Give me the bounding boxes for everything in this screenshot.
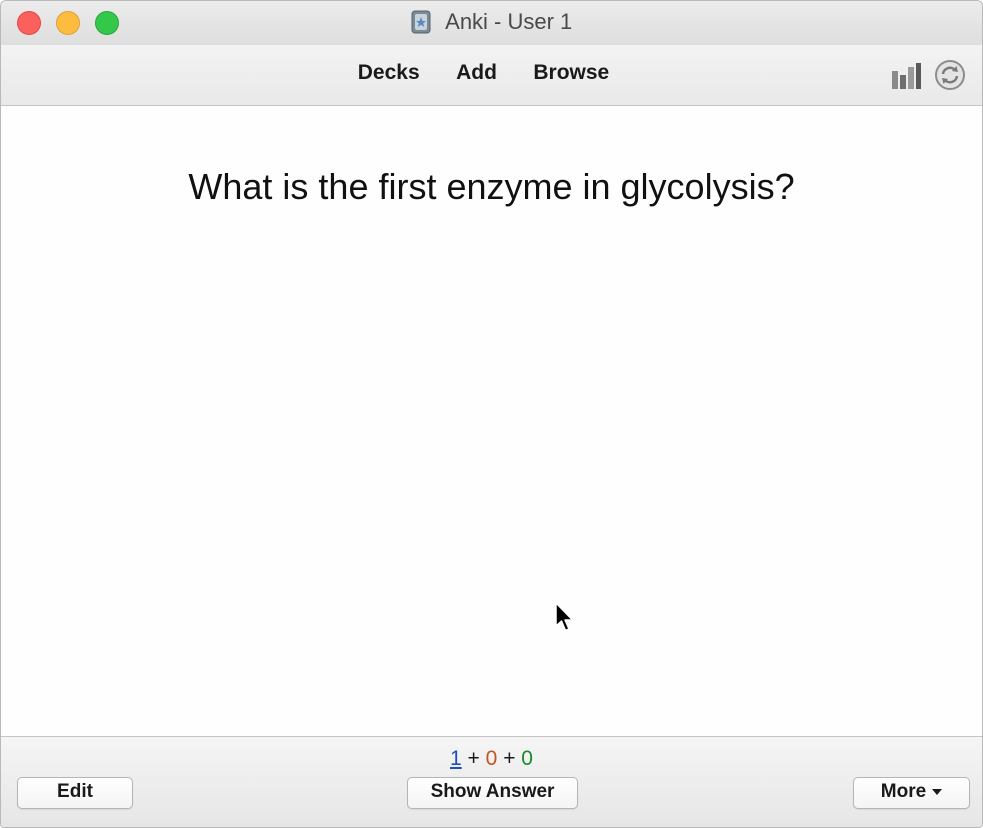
- window-title-group: Anki - User 1: [1, 9, 982, 37]
- stats-icon[interactable]: [890, 59, 922, 91]
- count-separator: +: [503, 747, 516, 770]
- new-count: 1: [450, 747, 462, 770]
- mouse-pointer-icon: [554, 602, 576, 634]
- title-bar[interactable]: Anki - User 1: [1, 1, 982, 45]
- card-view: What is the first enzyme in glycolysis?: [1, 106, 982, 738]
- more-button-label: More: [880, 781, 927, 802]
- count-separator: +: [467, 747, 480, 770]
- browse-link[interactable]: Browse: [533, 61, 609, 85]
- decks-link[interactable]: Decks: [358, 61, 420, 85]
- toolbar-icons: [890, 59, 966, 91]
- show-answer-button[interactable]: Show Answer: [407, 777, 578, 809]
- anki-window: Anki - User 1 Decks Add Browse What is t…: [0, 0, 983, 828]
- window-title: Anki - User 1: [445, 9, 573, 34]
- card-question: What is the first enzyme in glycolysis?: [188, 166, 795, 207]
- due-counts: 1 + 0 + 0: [1, 747, 982, 771]
- main-toolbar: Decks Add Browse: [1, 45, 982, 106]
- anki-app-icon: [411, 10, 431, 34]
- edit-button[interactable]: Edit: [17, 777, 133, 809]
- sync-icon[interactable]: [934, 59, 966, 91]
- add-link[interactable]: Add: [456, 61, 497, 85]
- toolbar-nav: Decks Add Browse: [1, 61, 982, 89]
- more-button[interactable]: More: [853, 777, 970, 809]
- learning-count: 0: [485, 747, 498, 770]
- bottom-bar: 1 + 0 + 0 Edit Show Answer More: [1, 736, 982, 827]
- review-count: 0: [521, 747, 533, 770]
- chevron-down-icon: [932, 788, 943, 795]
